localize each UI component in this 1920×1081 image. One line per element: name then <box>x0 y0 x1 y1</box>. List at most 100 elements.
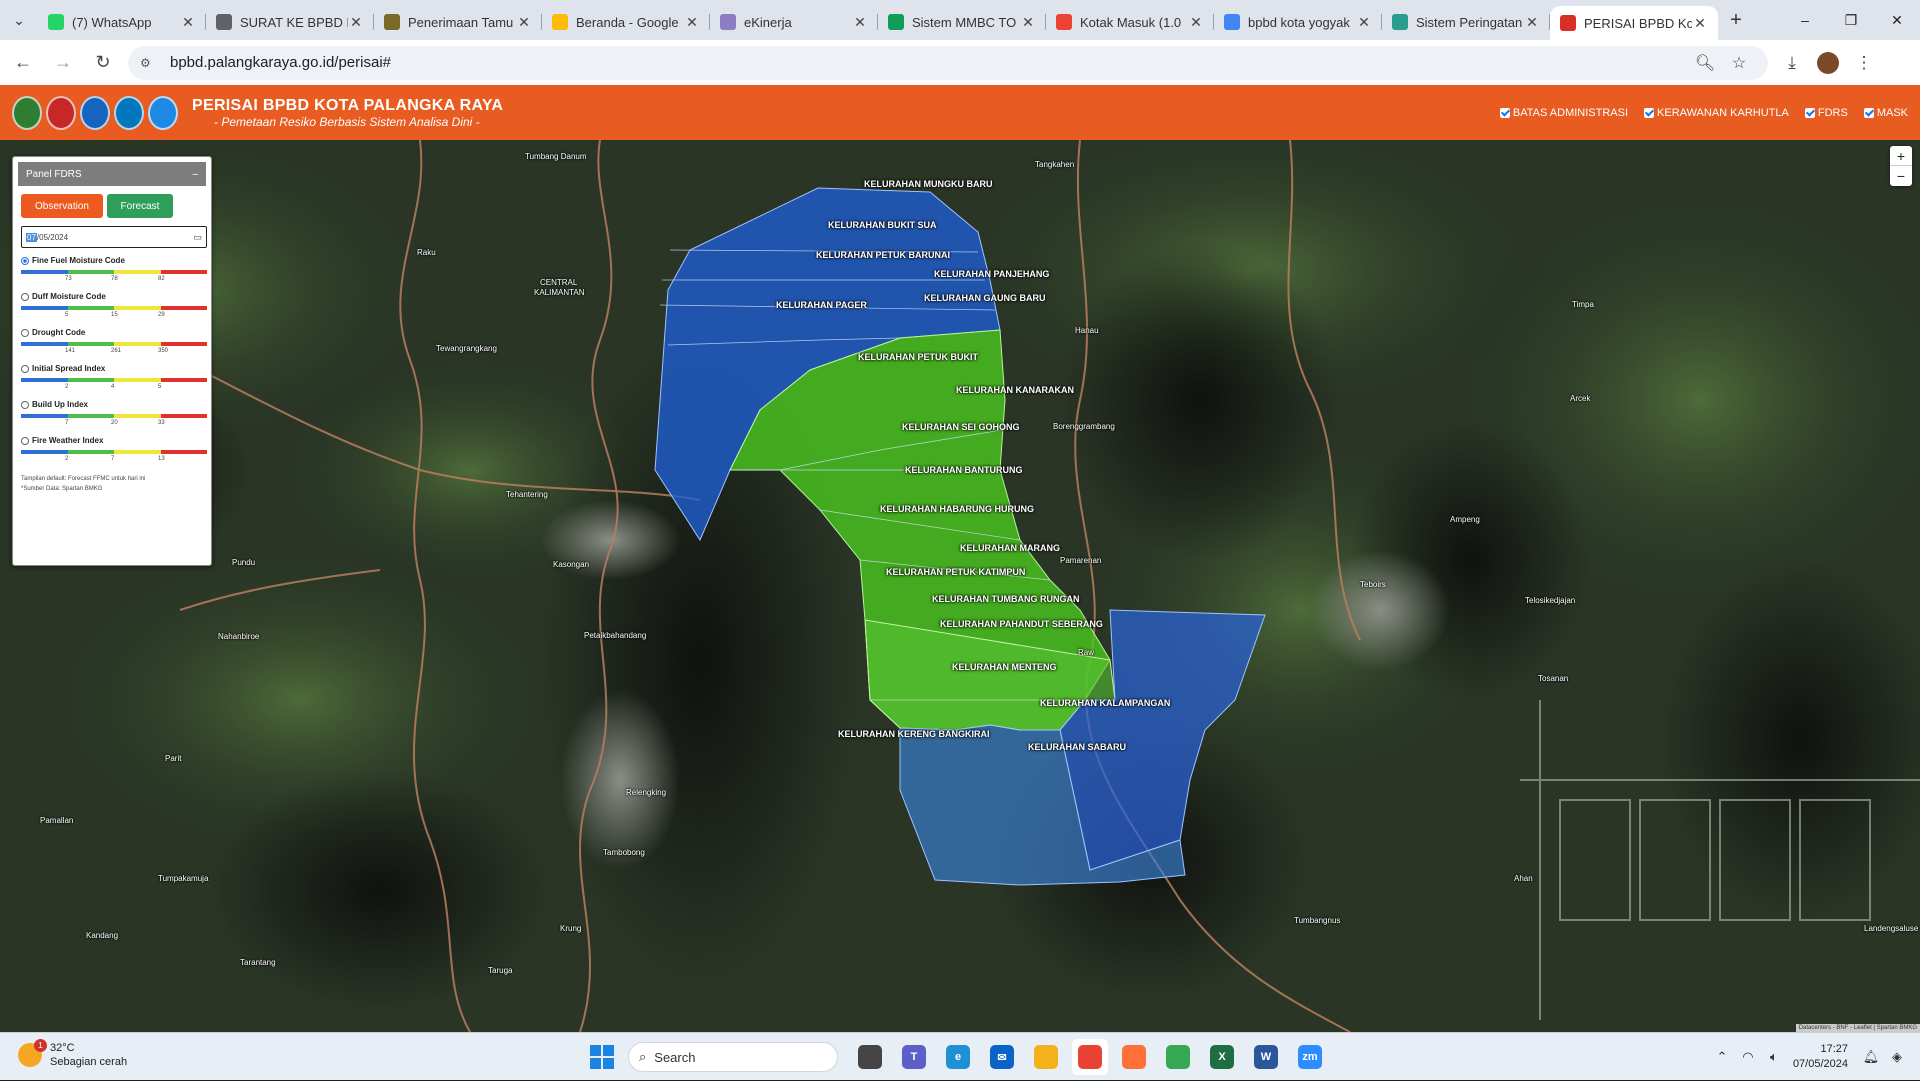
kelurahan-label[interactable]: KELURAHAN TUMBANG RUNGAN <box>932 594 1080 604</box>
close-tab-icon[interactable]: ✕ <box>180 14 196 31</box>
kelurahan-label[interactable]: KELURAHAN SABARU <box>1028 742 1126 752</box>
layer-toggle-mask[interactable]: MASK <box>1863 107 1908 119</box>
fdrs-index-option[interactable]: Initial Spread Index 2 4 5 <box>21 364 211 392</box>
kelurahan-label[interactable]: KELURAHAN MENTENG <box>952 662 1057 672</box>
close-tab-icon[interactable]: ✕ <box>1020 14 1036 31</box>
browser-tab[interactable]: SURAT KE BPBD K ✕ <box>206 6 374 38</box>
index-radio[interactable] <box>21 400 29 409</box>
kelurahan-label[interactable]: KELURAHAN PETUK BUKIT <box>858 352 978 362</box>
profile-avatar[interactable] <box>1817 51 1839 74</box>
close-tab-icon[interactable]: ✕ <box>516 14 532 31</box>
browser-tab[interactable]: (7) WhatsApp ✕ <box>38 6 206 38</box>
taskbar-app[interactable] <box>1072 1039 1108 1075</box>
new-tab-button[interactable]: + <box>1718 9 1754 32</box>
kelurahan-label[interactable]: KELURAHAN KANARAKAN <box>956 385 1074 395</box>
browser-tab[interactable]: bpbd kota yogyak ✕ <box>1214 6 1382 38</box>
browser-tab[interactable]: Beranda - Google ✕ <box>542 6 710 38</box>
browser-tab[interactable]: Sistem Peringatan ✕ <box>1382 6 1550 38</box>
taskbar-app[interactable] <box>1160 1039 1196 1075</box>
fdrs-index-option[interactable]: Duff Moisture Code 5 15 29 <box>21 292 211 320</box>
zoom-out-button[interactable]: − <box>1890 166 1912 186</box>
calendar-icon[interactable]: ▭ <box>193 232 202 243</box>
kelurahan-label[interactable]: KELURAHAN SEI GOHONG <box>902 422 1020 432</box>
kelurahan-label[interactable]: KELURAHAN PAHANDUT SEBERANG <box>940 619 1103 629</box>
close-tab-icon[interactable]: ✕ <box>852 14 868 31</box>
forward-button[interactable]: → <box>46 46 80 80</box>
browser-tab[interactable]: Penerimaan Tamu ✕ <box>374 6 542 38</box>
taskbar-app[interactable]: ✉ <box>984 1039 1020 1075</box>
bookmark-star-icon[interactable]: ☆ <box>1722 53 1756 73</box>
weather-widget[interactable]: 1 32°C Sebagian cerah <box>18 1039 127 1069</box>
kelurahan-label[interactable]: KELURAHAN HABARUNG HURUNG <box>880 504 1034 514</box>
show-hidden-icons-chevron-icon[interactable]: ⌃ <box>1709 1049 1735 1065</box>
start-button[interactable] <box>590 1045 614 1069</box>
browser-tab[interactable]: Kotak Masuk (1.0 ✕ <box>1046 6 1214 38</box>
taskbar-app[interactable]: W <box>1248 1039 1284 1075</box>
date-input[interactable]: 07 /05/2024 ▭ <box>21 226 207 248</box>
copilot-icon[interactable]: ◈ <box>1884 1049 1910 1065</box>
restore-button[interactable]: ❐ <box>1828 0 1874 40</box>
close-window-button[interactable]: ✕ <box>1874 0 1920 40</box>
checkbox-icon[interactable] <box>1644 107 1655 118</box>
kelurahan-label[interactable]: KELURAHAN KERENG BANGKIRAI <box>838 729 990 739</box>
taskbar-app[interactable]: zm <box>1292 1039 1328 1075</box>
close-tab-icon[interactable]: ✕ <box>1524 14 1540 31</box>
browser-tab[interactable]: eKinerja ✕ <box>710 6 878 38</box>
layer-toggle-fdrs[interactable]: FDRS <box>1804 107 1848 119</box>
minimize-button[interactable]: – <box>1782 0 1828 40</box>
kelurahan-label[interactable]: KELURAHAN MARANG <box>960 543 1060 553</box>
close-tab-icon[interactable]: ✕ <box>1356 14 1372 31</box>
kelurahan-label[interactable]: KELURAHAN PETUK KATIMPUN <box>886 567 1025 577</box>
index-radio[interactable] <box>21 256 29 265</box>
taskbar-app[interactable] <box>852 1039 888 1075</box>
address-bar[interactable]: ⚙ bpbd.palangkaraya.go.id/perisai# 🔍︎ ☆ <box>128 45 1768 80</box>
browser-menu-icon[interactable]: ⋮ <box>1846 53 1882 73</box>
layer-toggle-batas-administrasi[interactable]: BATAS ADMINISTRASI <box>1499 107 1628 119</box>
browser-tab[interactable]: PERISAI BPBD Kot ✕ <box>1550 6 1718 40</box>
reload-button[interactable]: ↻ <box>86 46 120 80</box>
layer-toggle-kerawanan-karhutla[interactable]: KERAWANAN KARHUTLA <box>1644 107 1789 119</box>
back-button[interactable]: ← <box>6 46 40 80</box>
url-text[interactable]: bpbd.palangkaraya.go.id/perisai# <box>170 54 1688 71</box>
taskbar-app[interactable] <box>1028 1039 1064 1075</box>
zoom-page-icon[interactable]: 🔍︎ <box>1688 53 1722 73</box>
taskbar-app[interactable]: T <box>896 1039 932 1075</box>
kelurahan-label[interactable]: KELURAHAN BANTURUNG <box>905 465 1023 475</box>
checkbox-icon[interactable] <box>1863 107 1874 118</box>
kelurahan-label[interactable]: KELURAHAN PANJEHANG <box>934 269 1049 279</box>
close-tab-icon[interactable]: ✕ <box>1188 14 1204 31</box>
close-tab-icon[interactable]: ✕ <box>1692 15 1708 32</box>
download-icon[interactable]: ⤓ <box>1774 53 1810 73</box>
close-tab-icon[interactable]: ✕ <box>684 14 700 31</box>
taskbar-app[interactable] <box>1116 1039 1152 1075</box>
clock[interactable]: 17:27 07/05/2024 <box>1793 1042 1848 1072</box>
tab-search-chevron-icon[interactable]: ⌄ <box>0 0 38 40</box>
kelurahan-label[interactable]: KELURAHAN GAUNG BARU <box>924 293 1046 303</box>
forecast-button[interactable]: Forecast <box>107 194 173 218</box>
kelurahan-label[interactable]: KELURAHAN PAGER <box>776 300 867 310</box>
kelurahan-label[interactable]: KELURAHAN PETUK BARUNAI <box>816 250 950 260</box>
kelurahan-label[interactable]: KELURAHAN MUNGKU BARU <box>864 179 993 189</box>
browser-tab[interactable]: Sistem MMBC TO ✕ <box>878 6 1046 38</box>
taskbar-app[interactable]: e <box>940 1039 976 1075</box>
taskbar-search[interactable]: ⌕ Search <box>628 1042 838 1072</box>
kelurahan-label[interactable]: KELURAHAN KALAMPANGAN <box>1040 698 1170 708</box>
fdrs-index-option[interactable]: Drought Code 141 261 350 <box>21 328 211 356</box>
zoom-in-button[interactable]: + <box>1890 146 1912 166</box>
fdrs-index-option[interactable]: Build Up Index 7 20 33 <box>21 400 211 428</box>
fdrs-index-option[interactable]: Fine Fuel Moisture Code 73 78 82 <box>21 256 211 284</box>
taskbar-app[interactable]: X <box>1204 1039 1240 1075</box>
notification-bell-icon[interactable]: 🔔︎ <box>1858 1049 1884 1065</box>
observation-button[interactable]: Observation <box>21 194 103 218</box>
site-info-icon[interactable]: ⚙ <box>140 56 160 70</box>
index-radio[interactable] <box>21 364 29 373</box>
fdrs-index-option[interactable]: Fire Weather Index 2 7 13 <box>21 436 211 464</box>
checkbox-icon[interactable] <box>1804 107 1815 118</box>
checkbox-icon[interactable] <box>1499 107 1510 118</box>
close-tab-icon[interactable]: ✕ <box>348 14 364 31</box>
map-canvas[interactable]: Tumbang Danum Tangkahen Raku CENTRAL KALIMAN… <box>0 140 1920 1032</box>
index-radio[interactable] <box>21 292 29 301</box>
volume-icon[interactable]: 🔈︎ <box>1761 1049 1787 1065</box>
index-radio[interactable] <box>21 436 29 445</box>
kelurahan-label[interactable]: KELURAHAN BUKIT SUA <box>828 220 937 230</box>
